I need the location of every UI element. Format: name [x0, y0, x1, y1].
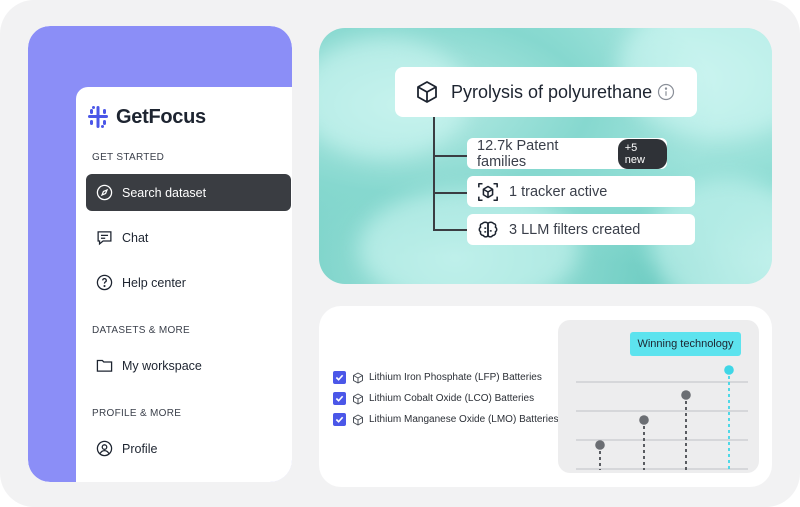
- winning-technology-chart: Winning technology: [558, 320, 759, 473]
- technology-comparison-card: Lithium Iron Phosphate (LFP) Batteries L…: [319, 306, 772, 487]
- technology-label: Lithium Iron Phosphate (LFP) Batteries: [369, 372, 542, 383]
- user-icon: [95, 440, 113, 458]
- cube-icon: [352, 414, 364, 426]
- stat-label: 1 tracker active: [509, 183, 608, 200]
- chart-point: [595, 440, 605, 450]
- list-item[interactable]: Lithium Manganese Oxide (LMO) Batteries: [333, 409, 559, 430]
- cube-icon: [352, 393, 364, 405]
- tree-branch: [433, 229, 467, 231]
- sidebar-item-label: Profile: [122, 441, 158, 456]
- new-badge: +5 new: [617, 138, 667, 169]
- topic-title: Pyrolysis of polyurethane: [451, 81, 653, 102]
- technology-label: Lithium Cobalt Oxide (LCO) Batteries: [369, 393, 535, 404]
- brand-name: GetFocus: [116, 105, 206, 128]
- section-profile: PROFILE & MORE: [92, 408, 182, 419]
- sidebar-item-profile[interactable]: Profile: [86, 430, 291, 467]
- sidebar-item-search-dataset[interactable]: Search dataset: [86, 174, 291, 211]
- sidebar-item-help-center[interactable]: Help center: [86, 264, 291, 301]
- tracker-icon: [477, 181, 499, 203]
- getfocus-logo-icon: [88, 106, 108, 128]
- chart-point-winning: [724, 365, 734, 375]
- stat-llm-filters[interactable]: 3 LLM filters created: [467, 214, 695, 245]
- stat-label: 12.7k Patent families: [477, 137, 559, 170]
- brand-logo[interactable]: GetFocus: [86, 105, 206, 129]
- stat-patent-families[interactable]: 12.7k Patent families +5 new: [467, 137, 667, 170]
- list-item[interactable]: Lithium Iron Phosphate (LFP) Batteries: [333, 367, 559, 388]
- cube-icon: [352, 372, 364, 384]
- chat-icon: [95, 229, 113, 247]
- sidebar-item-label: Help center: [122, 275, 186, 290]
- section-datasets: DATASETS & MORE: [92, 325, 191, 336]
- checkbox[interactable]: [333, 413, 346, 426]
- info-icon[interactable]: [657, 83, 675, 106]
- checkbox[interactable]: [333, 392, 346, 405]
- tree-branch: [433, 192, 467, 194]
- technology-label: Lithium Manganese Oxide (LMO) Batteries: [369, 414, 559, 425]
- tree-branch: [433, 155, 467, 157]
- section-get-started: GET STARTED: [92, 152, 165, 163]
- stat-label: 3 LLM filters created: [509, 221, 641, 238]
- sidebar-item-label: Chat: [122, 230, 149, 245]
- sidebar-card: GetFocus GET STARTED Search dataset Chat…: [28, 26, 292, 482]
- topic-overview-card: Pyrolysis of polyurethane 12.7k Patent f…: [319, 28, 772, 284]
- checkbox[interactable]: [333, 371, 346, 384]
- stat-tracker[interactable]: 1 tracker active: [467, 176, 695, 207]
- sidebar-item-label: Search dataset: [122, 185, 207, 200]
- winning-technology-label: Winning technology: [630, 332, 741, 356]
- folder-icon: [95, 357, 113, 375]
- technology-list: Lithium Iron Phosphate (LFP) Batteries L…: [333, 367, 559, 430]
- compass-icon: [95, 184, 113, 202]
- list-item[interactable]: Lithium Cobalt Oxide (LCO) Batteries: [333, 388, 559, 409]
- topic-title-box[interactable]: Pyrolysis of polyurethane: [395, 67, 697, 117]
- sidebar-item-label: My workspace: [122, 358, 202, 373]
- cube-icon: [415, 80, 439, 104]
- chart-point: [639, 415, 649, 425]
- sidebar-item-chat[interactable]: Chat: [86, 219, 291, 256]
- sidebar-item-my-workspace[interactable]: My workspace: [86, 347, 291, 384]
- brain-icon: [477, 219, 499, 241]
- question-icon: [95, 274, 113, 292]
- sidebar: GetFocus GET STARTED Search dataset Chat…: [76, 87, 292, 482]
- tree-connector: [433, 117, 435, 231]
- chart-point: [681, 390, 691, 400]
